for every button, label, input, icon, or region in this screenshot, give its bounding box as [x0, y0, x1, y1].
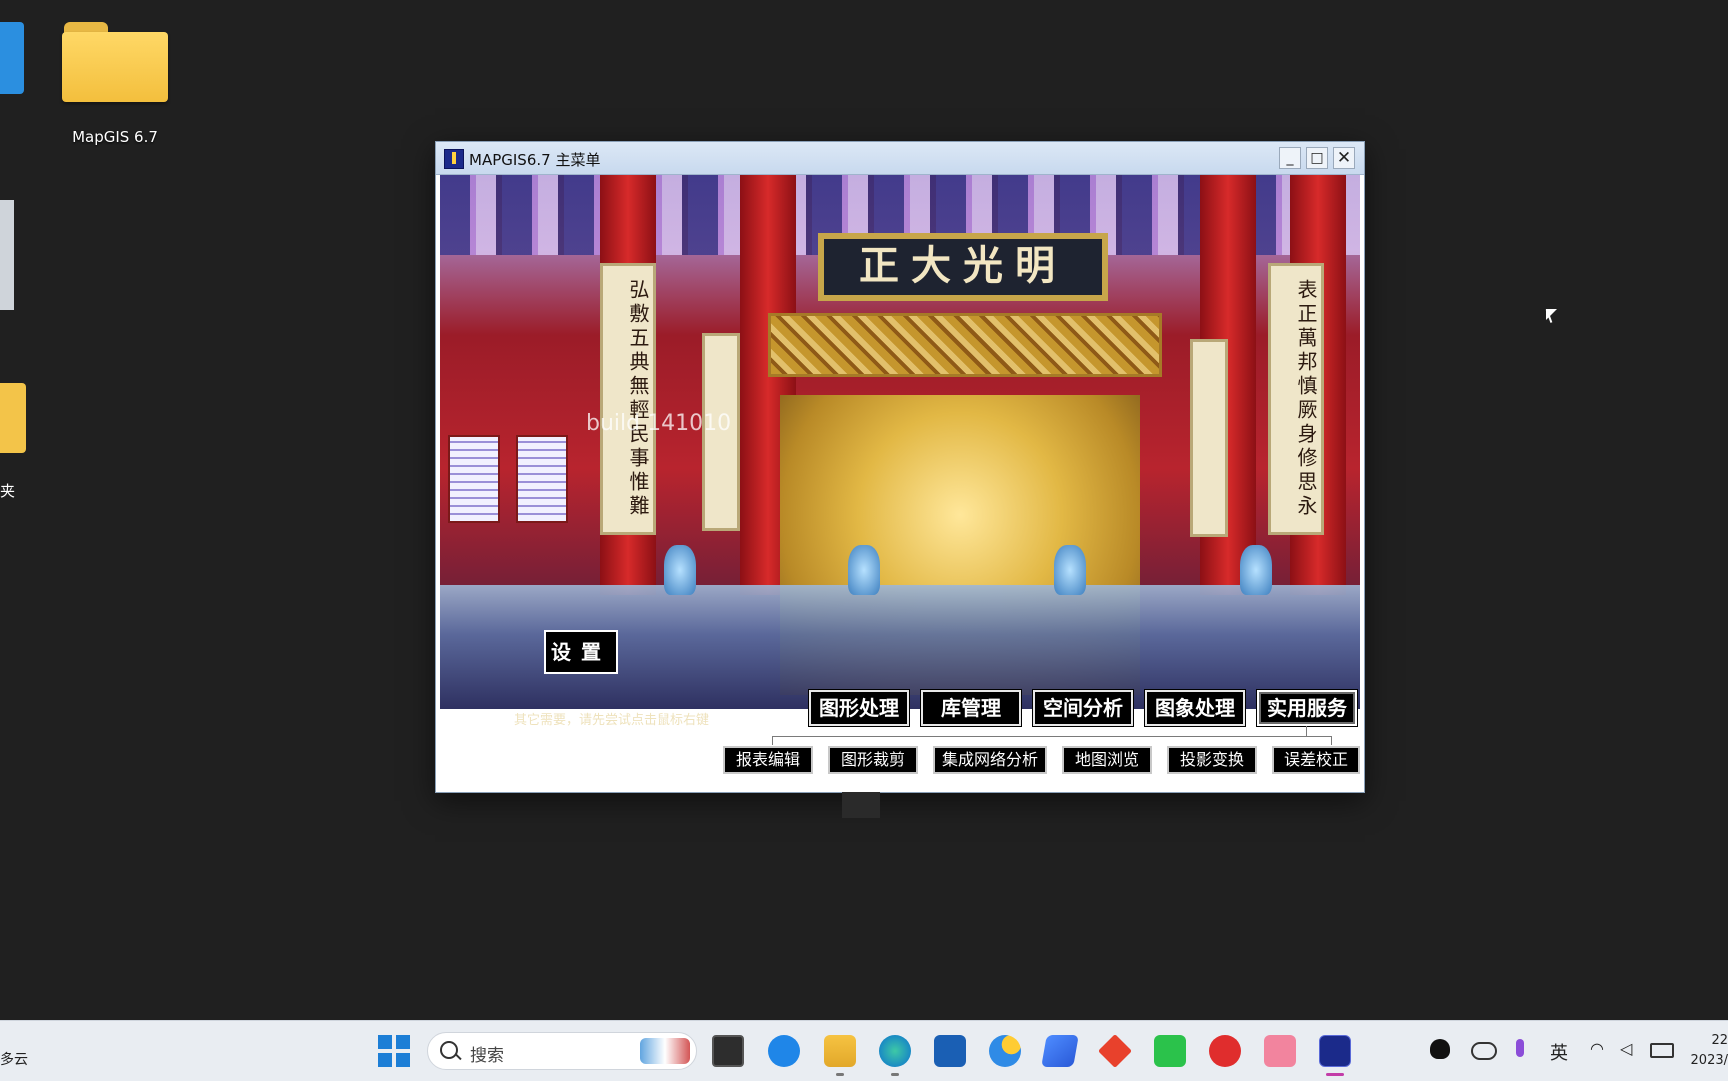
- app-icon-blue[interactable]: [1041, 1035, 1079, 1067]
- couplet-right: 表正萬邦慎厥身修思永: [1268, 263, 1324, 535]
- mapgis-taskbar-icon[interactable]: [1319, 1035, 1351, 1067]
- clock-date: 2023/: [1690, 1053, 1728, 1068]
- partial-folder-label: 夹: [0, 482, 16, 500]
- mapgis-folder-label: MapGIS 6.7: [72, 128, 158, 146]
- vase: [664, 545, 696, 595]
- ime-indicator[interactable]: 英: [1550, 1039, 1568, 1065]
- search-highlight-icon: [640, 1038, 690, 1064]
- search-icon: [440, 1041, 458, 1059]
- splash-image: 弘敷五典無輕民事惟難 表正萬邦慎厥身修思永 正大光明 build 141010: [440, 175, 1360, 709]
- weather-app-icon[interactable]: [989, 1035, 1021, 1067]
- wifi-icon[interactable]: ◠: [1590, 1039, 1604, 1058]
- settings-button[interactable]: 设置: [544, 630, 618, 674]
- submenu-network-analysis-button[interactable]: 集成网络分析: [933, 746, 1047, 774]
- mapgis-folder-icon[interactable]: MapGIS 6.7: [62, 20, 168, 146]
- ghost-thumbnail: [842, 792, 880, 818]
- vase: [1240, 545, 1272, 595]
- couplet-inner-right: [1190, 339, 1228, 537]
- file-explorer-icon[interactable]: [824, 1035, 856, 1067]
- couplet-left: 弘敷五典無輕民事惟難: [600, 263, 656, 535]
- window-titlebar[interactable]: MAPGIS6.7 主菜单 _ □ ✕: [436, 142, 1364, 175]
- battery-icon[interactable]: [1650, 1043, 1674, 1058]
- desktop: 夹 MapGIS 6.7 MAPGIS6.7 主菜单 _ □ ✕ 弘敷五典無輕民…: [0, 0, 1728, 1020]
- build-label: build 141010: [586, 411, 732, 436]
- copilot-icon[interactable]: [768, 1035, 800, 1067]
- clock-time: 22: [1711, 1033, 1728, 1048]
- mapgis-app-icon: [444, 149, 464, 169]
- maximize-button[interactable]: □: [1306, 147, 1328, 169]
- dragon-carving: [768, 313, 1162, 377]
- close-button[interactable]: ✕: [1333, 147, 1355, 169]
- netease-music-icon[interactable]: [1209, 1035, 1241, 1067]
- hint-text: 其它需要，请先尝试点击鼠标右键: [514, 713, 710, 728]
- taskbar-search-input[interactable]: 搜索: [427, 1032, 697, 1070]
- weather-widget[interactable]: 多云: [0, 1049, 28, 1069]
- menu-database-button[interactable]: 库管理: [920, 689, 1022, 727]
- active-indicator: [1326, 1073, 1344, 1076]
- menu-graphics-button[interactable]: 图形处理: [808, 689, 910, 727]
- wechat-icon[interactable]: [1154, 1035, 1186, 1067]
- vase: [1054, 545, 1086, 595]
- submenu-error-correction-button[interactable]: 误差校正: [1272, 746, 1360, 774]
- submenu-graphics-clip-button[interactable]: 图形裁剪: [828, 746, 918, 774]
- mouse-cursor-icon: [1546, 309, 1557, 320]
- submenu-report-edit-button[interactable]: 报表编辑: [723, 746, 813, 774]
- lattice-window: [448, 435, 500, 523]
- menu-spatial-analysis-button[interactable]: 空间分析: [1032, 689, 1134, 727]
- microsoft-store-icon[interactable]: [934, 1035, 966, 1067]
- running-indicator: [891, 1073, 899, 1076]
- plaque: 正大光明: [818, 233, 1108, 301]
- search-placeholder: 搜索: [470, 1046, 504, 1066]
- edge-browser-icon[interactable]: [879, 1035, 911, 1067]
- submenu-projection-button[interactable]: 投影变换: [1167, 746, 1257, 774]
- windows-start-icon[interactable]: [378, 1035, 410, 1067]
- lattice-window: [516, 435, 568, 523]
- vase: [848, 545, 880, 595]
- partial-desktop-icon-2[interactable]: [0, 200, 14, 310]
- running-indicator: [836, 1073, 844, 1076]
- menu-connector-line: [1306, 726, 1307, 736]
- bilibili-icon[interactable]: [1264, 1035, 1296, 1067]
- mapgis-main-window: MAPGIS6.7 主菜单 _ □ ✕ 弘敷五典無輕民事惟難 表正萬邦慎厥身修思…: [435, 141, 1365, 793]
- clock[interactable]: 22 2023/: [1688, 1031, 1728, 1071]
- onedrive-icon[interactable]: [1471, 1042, 1497, 1060]
- partial-folder-icon[interactable]: [0, 383, 26, 453]
- microphone-icon[interactable]: [1516, 1039, 1524, 1057]
- menu-image-processing-button[interactable]: 图象处理: [1144, 689, 1246, 727]
- partial-desktop-icon[interactable]: [0, 22, 24, 94]
- volume-icon[interactable]: ◁: [1620, 1039, 1632, 1058]
- taskbar: 多云 搜索 英 ◠ ◁ 22 2023/: [0, 1020, 1728, 1081]
- submenu-map-browse-button[interactable]: 地图浏览: [1062, 746, 1152, 774]
- menu-utilities-button[interactable]: 实用服务: [1256, 689, 1358, 727]
- app-icon-red-diamond[interactable]: [1098, 1034, 1132, 1068]
- minimize-button[interactable]: _: [1279, 147, 1301, 169]
- qq-tray-icon[interactable]: [1430, 1039, 1450, 1059]
- menu-connector-line: [772, 736, 1332, 745]
- folder-icon: [62, 20, 168, 102]
- window-title: MAPGIS6.7 主菜单: [469, 151, 601, 169]
- task-view-icon[interactable]: [712, 1035, 744, 1067]
